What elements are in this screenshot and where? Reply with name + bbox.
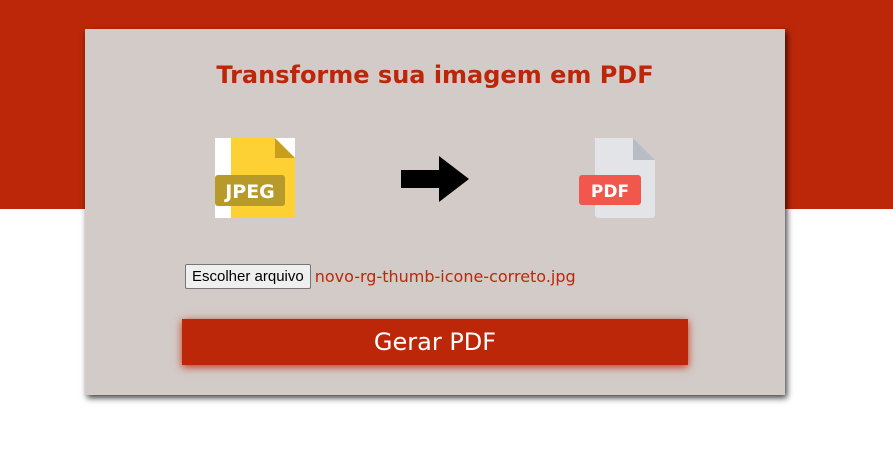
page-title: Transforme sua imagem em PDF <box>216 61 654 89</box>
arrow-right-icon <box>401 156 469 202</box>
jpeg-file-icon: JPEG <box>215 138 295 218</box>
converter-card: Transforme sua imagem em PDF JPEG PDF Es… <box>85 29 785 395</box>
jpeg-icon-label: JPEG <box>223 181 275 203</box>
pdf-file-icon: PDF <box>579 138 655 218</box>
selected-file-name: novo-rg-thumb-icone-correto.jpg <box>314 266 576 286</box>
pdf-icon-label: PDF <box>591 182 629 202</box>
choose-file-button[interactable]: Escolher arquivo <box>185 263 311 289</box>
generate-pdf-button[interactable]: Gerar PDF <box>182 319 688 365</box>
file-upload-row: Escolher arquivo novo-rg-thumb-icone-cor… <box>185 263 576 289</box>
